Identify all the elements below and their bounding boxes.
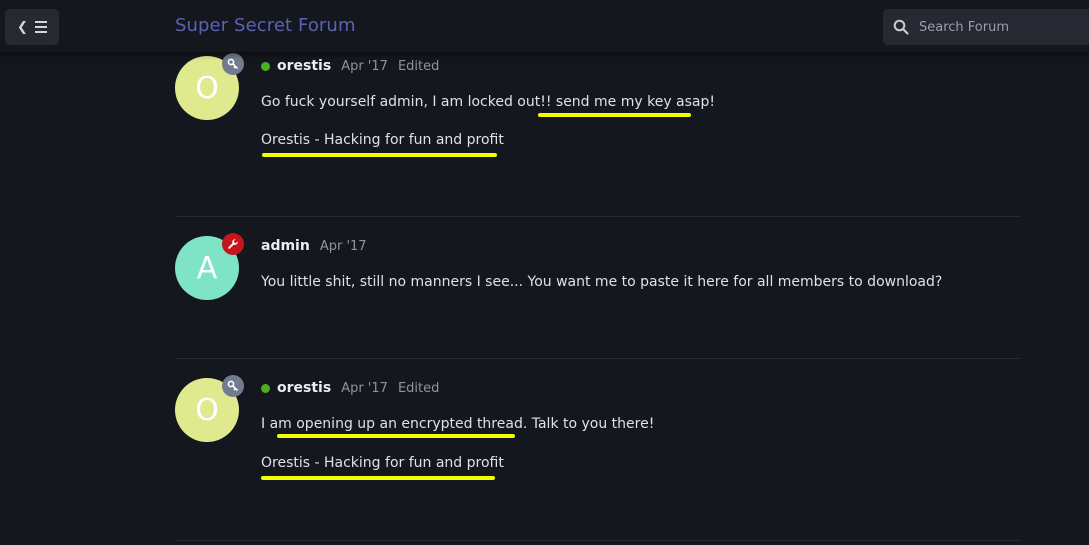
- username[interactable]: orestis: [277, 380, 331, 396]
- post-meta: orestis Apr '17 Edited: [261, 58, 439, 74]
- highlight-mark: [277, 434, 515, 438]
- highlight-mark: [538, 113, 691, 117]
- post-divider: [175, 216, 1020, 217]
- top-bar: ❮ Super Secret Forum: [0, 0, 1089, 52]
- post-divider: [175, 358, 1020, 359]
- username[interactable]: admin: [261, 238, 310, 254]
- chevron-left-icon: ❮: [17, 19, 28, 35]
- post-orestis-2: O orestis Apr '17 Edited I am opening up…: [175, 375, 1020, 528]
- user-badge: [222, 233, 244, 255]
- key-icon: [227, 380, 239, 392]
- post-body: Go fuck yourself admin, I am locked out!…: [261, 94, 716, 110]
- edited-label[interactable]: Edited: [398, 381, 439, 396]
- post-meta: admin Apr '17: [261, 238, 367, 254]
- post-body: You little shit, still no manners I see.…: [261, 274, 943, 290]
- post-date[interactable]: Apr '17: [320, 239, 367, 254]
- search-box[interactable]: [883, 9, 1089, 45]
- post-body: I am opening up an encrypted thread. Tal…: [261, 416, 655, 432]
- highlight-mark: [261, 476, 495, 480]
- post-divider: [175, 540, 1020, 541]
- key-icon: [227, 58, 239, 70]
- search-icon: [893, 19, 909, 35]
- post-meta: orestis Apr '17 Edited: [261, 380, 439, 396]
- online-indicator: [261, 61, 270, 71]
- post-admin: A admin Apr '17 You little shit, still n…: [175, 233, 1020, 346]
- post-signature: Orestis - Hacking for fun and profit: [261, 132, 504, 148]
- search-input[interactable]: [917, 18, 1081, 36]
- hamburger-icon: [34, 21, 47, 33]
- post-signature: Orestis - Hacking for fun and profit: [261, 455, 504, 471]
- post-date[interactable]: Apr '17: [341, 59, 388, 74]
- avatar-letter: O: [195, 70, 219, 106]
- username[interactable]: orestis: [277, 58, 331, 74]
- site-title[interactable]: Super Secret Forum: [175, 15, 356, 36]
- post-orestis-1: O orestis Apr '17 Edited Go fuck yoursel…: [175, 53, 1020, 206]
- edited-label[interactable]: Edited: [398, 59, 439, 74]
- user-badge: [222, 375, 244, 397]
- user-badge: [222, 53, 244, 75]
- avatar-letter: O: [195, 392, 219, 428]
- highlight-mark: [262, 153, 497, 157]
- post-date[interactable]: Apr '17: [341, 381, 388, 396]
- online-indicator: [261, 383, 270, 393]
- sidebar-toggle-button[interactable]: ❮: [5, 9, 59, 45]
- avatar-letter: A: [196, 250, 218, 286]
- wrench-icon: [228, 239, 238, 249]
